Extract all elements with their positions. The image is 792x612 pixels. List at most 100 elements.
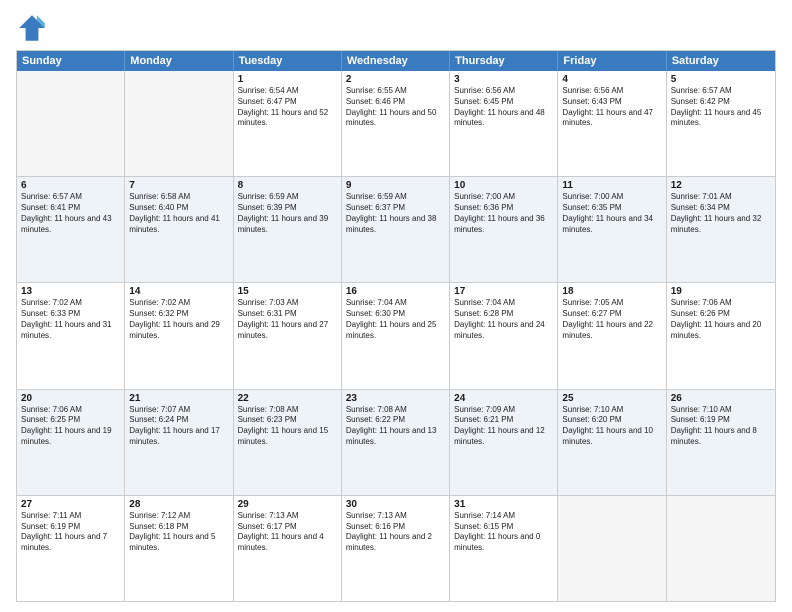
calendar: SundayMondayTuesdayWednesdayThursdayFrid…	[16, 50, 776, 602]
cell-info: Sunrise: 7:12 AM Sunset: 6:18 PM Dayligh…	[129, 511, 228, 554]
cell-info: Sunrise: 7:00 AM Sunset: 6:35 PM Dayligh…	[562, 192, 661, 235]
cell-info: Sunrise: 6:59 AM Sunset: 6:39 PM Dayligh…	[238, 192, 337, 235]
day-number: 4	[562, 74, 661, 85]
cell-info: Sunrise: 7:09 AM Sunset: 6:21 PM Dayligh…	[454, 405, 553, 448]
day-number: 10	[454, 180, 553, 191]
calendar-row-3: 20Sunrise: 7:06 AM Sunset: 6:25 PM Dayli…	[17, 390, 775, 496]
cell-info: Sunrise: 7:13 AM Sunset: 6:17 PM Dayligh…	[238, 511, 337, 554]
calendar-cell-0-4: 3Sunrise: 6:56 AM Sunset: 6:45 PM Daylig…	[450, 71, 558, 176]
calendar-cell-2-3: 16Sunrise: 7:04 AM Sunset: 6:30 PM Dayli…	[342, 283, 450, 388]
day-number: 20	[21, 393, 120, 404]
day-number: 22	[238, 393, 337, 404]
calendar-cell-2-5: 18Sunrise: 7:05 AM Sunset: 6:27 PM Dayli…	[558, 283, 666, 388]
calendar-cell-4-5	[558, 496, 666, 601]
day-number: 23	[346, 393, 445, 404]
day-number: 7	[129, 180, 228, 191]
cell-info: Sunrise: 7:02 AM Sunset: 6:33 PM Dayligh…	[21, 298, 120, 341]
calendar-header: SundayMondayTuesdayWednesdayThursdayFrid…	[17, 51, 775, 71]
cell-info: Sunrise: 7:10 AM Sunset: 6:20 PM Dayligh…	[562, 405, 661, 448]
day-number: 15	[238, 286, 337, 297]
day-number: 27	[21, 499, 120, 510]
calendar-body: 1Sunrise: 6:54 AM Sunset: 6:47 PM Daylig…	[17, 71, 775, 601]
calendar-cell-1-0: 6Sunrise: 6:57 AM Sunset: 6:41 PM Daylig…	[17, 177, 125, 282]
calendar-cell-0-5: 4Sunrise: 6:56 AM Sunset: 6:43 PM Daylig…	[558, 71, 666, 176]
cell-info: Sunrise: 7:04 AM Sunset: 6:30 PM Dayligh…	[346, 298, 445, 341]
day-number: 21	[129, 393, 228, 404]
calendar-cell-3-2: 22Sunrise: 7:08 AM Sunset: 6:23 PM Dayli…	[234, 390, 342, 495]
calendar-row-1: 6Sunrise: 6:57 AM Sunset: 6:41 PM Daylig…	[17, 177, 775, 283]
day-number: 5	[671, 74, 771, 85]
calendar-cell-1-2: 8Sunrise: 6:59 AM Sunset: 6:39 PM Daylig…	[234, 177, 342, 282]
calendar-cell-4-0: 27Sunrise: 7:11 AM Sunset: 6:19 PM Dayli…	[17, 496, 125, 601]
calendar-cell-0-6: 5Sunrise: 6:57 AM Sunset: 6:42 PM Daylig…	[667, 71, 775, 176]
cell-info: Sunrise: 7:02 AM Sunset: 6:32 PM Dayligh…	[129, 298, 228, 341]
cell-info: Sunrise: 7:05 AM Sunset: 6:27 PM Dayligh…	[562, 298, 661, 341]
calendar-cell-2-6: 19Sunrise: 7:06 AM Sunset: 6:26 PM Dayli…	[667, 283, 775, 388]
day-number: 29	[238, 499, 337, 510]
calendar-cell-4-2: 29Sunrise: 7:13 AM Sunset: 6:17 PM Dayli…	[234, 496, 342, 601]
day-number: 9	[346, 180, 445, 191]
day-number: 13	[21, 286, 120, 297]
calendar-cell-0-1	[125, 71, 233, 176]
cell-info: Sunrise: 7:01 AM Sunset: 6:34 PM Dayligh…	[671, 192, 771, 235]
cell-info: Sunrise: 7:06 AM Sunset: 6:25 PM Dayligh…	[21, 405, 120, 448]
calendar-cell-2-4: 17Sunrise: 7:04 AM Sunset: 6:28 PM Dayli…	[450, 283, 558, 388]
calendar-cell-1-3: 9Sunrise: 6:59 AM Sunset: 6:37 PM Daylig…	[342, 177, 450, 282]
logo-icon	[16, 12, 48, 44]
day-number: 30	[346, 499, 445, 510]
day-number: 14	[129, 286, 228, 297]
cell-info: Sunrise: 7:10 AM Sunset: 6:19 PM Dayligh…	[671, 405, 771, 448]
calendar-cell-4-6	[667, 496, 775, 601]
day-number: 12	[671, 180, 771, 191]
weekday-header-friday: Friday	[558, 51, 666, 71]
cell-info: Sunrise: 7:13 AM Sunset: 6:16 PM Dayligh…	[346, 511, 445, 554]
calendar-cell-3-6: 26Sunrise: 7:10 AM Sunset: 6:19 PM Dayli…	[667, 390, 775, 495]
cell-info: Sunrise: 6:54 AM Sunset: 6:47 PM Dayligh…	[238, 86, 337, 129]
page: SundayMondayTuesdayWednesdayThursdayFrid…	[0, 0, 792, 612]
day-number: 16	[346, 286, 445, 297]
calendar-cell-3-5: 25Sunrise: 7:10 AM Sunset: 6:20 PM Dayli…	[558, 390, 666, 495]
calendar-cell-4-1: 28Sunrise: 7:12 AM Sunset: 6:18 PM Dayli…	[125, 496, 233, 601]
calendar-cell-3-1: 21Sunrise: 7:07 AM Sunset: 6:24 PM Dayli…	[125, 390, 233, 495]
cell-info: Sunrise: 6:56 AM Sunset: 6:43 PM Dayligh…	[562, 86, 661, 129]
cell-info: Sunrise: 7:11 AM Sunset: 6:19 PM Dayligh…	[21, 511, 120, 554]
calendar-row-4: 27Sunrise: 7:11 AM Sunset: 6:19 PM Dayli…	[17, 496, 775, 601]
day-number: 18	[562, 286, 661, 297]
day-number: 3	[454, 74, 553, 85]
calendar-cell-3-3: 23Sunrise: 7:08 AM Sunset: 6:22 PM Dayli…	[342, 390, 450, 495]
calendar-row-0: 1Sunrise: 6:54 AM Sunset: 6:47 PM Daylig…	[17, 71, 775, 177]
cell-info: Sunrise: 7:08 AM Sunset: 6:23 PM Dayligh…	[238, 405, 337, 448]
header	[16, 12, 776, 44]
calendar-cell-1-4: 10Sunrise: 7:00 AM Sunset: 6:36 PM Dayli…	[450, 177, 558, 282]
calendar-cell-2-2: 15Sunrise: 7:03 AM Sunset: 6:31 PM Dayli…	[234, 283, 342, 388]
calendar-cell-4-3: 30Sunrise: 7:13 AM Sunset: 6:16 PM Dayli…	[342, 496, 450, 601]
calendar-cell-2-0: 13Sunrise: 7:02 AM Sunset: 6:33 PM Dayli…	[17, 283, 125, 388]
weekday-header-wednesday: Wednesday	[342, 51, 450, 71]
day-number: 19	[671, 286, 771, 297]
calendar-row-2: 13Sunrise: 7:02 AM Sunset: 6:33 PM Dayli…	[17, 283, 775, 389]
calendar-cell-1-6: 12Sunrise: 7:01 AM Sunset: 6:34 PM Dayli…	[667, 177, 775, 282]
cell-info: Sunrise: 6:55 AM Sunset: 6:46 PM Dayligh…	[346, 86, 445, 129]
weekday-header-saturday: Saturday	[667, 51, 775, 71]
cell-info: Sunrise: 6:57 AM Sunset: 6:42 PM Dayligh…	[671, 86, 771, 129]
calendar-cell-0-0	[17, 71, 125, 176]
weekday-header-thursday: Thursday	[450, 51, 558, 71]
day-number: 17	[454, 286, 553, 297]
cell-info: Sunrise: 6:56 AM Sunset: 6:45 PM Dayligh…	[454, 86, 553, 129]
calendar-cell-4-4: 31Sunrise: 7:14 AM Sunset: 6:15 PM Dayli…	[450, 496, 558, 601]
cell-info: Sunrise: 7:00 AM Sunset: 6:36 PM Dayligh…	[454, 192, 553, 235]
cell-info: Sunrise: 6:58 AM Sunset: 6:40 PM Dayligh…	[129, 192, 228, 235]
cell-info: Sunrise: 7:06 AM Sunset: 6:26 PM Dayligh…	[671, 298, 771, 341]
day-number: 2	[346, 74, 445, 85]
day-number: 25	[562, 393, 661, 404]
day-number: 8	[238, 180, 337, 191]
calendar-cell-1-1: 7Sunrise: 6:58 AM Sunset: 6:40 PM Daylig…	[125, 177, 233, 282]
cell-info: Sunrise: 7:08 AM Sunset: 6:22 PM Dayligh…	[346, 405, 445, 448]
calendar-cell-3-0: 20Sunrise: 7:06 AM Sunset: 6:25 PM Dayli…	[17, 390, 125, 495]
day-number: 31	[454, 499, 553, 510]
day-number: 11	[562, 180, 661, 191]
cell-info: Sunrise: 7:07 AM Sunset: 6:24 PM Dayligh…	[129, 405, 228, 448]
cell-info: Sunrise: 6:59 AM Sunset: 6:37 PM Dayligh…	[346, 192, 445, 235]
weekday-header-tuesday: Tuesday	[234, 51, 342, 71]
cell-info: Sunrise: 6:57 AM Sunset: 6:41 PM Dayligh…	[21, 192, 120, 235]
